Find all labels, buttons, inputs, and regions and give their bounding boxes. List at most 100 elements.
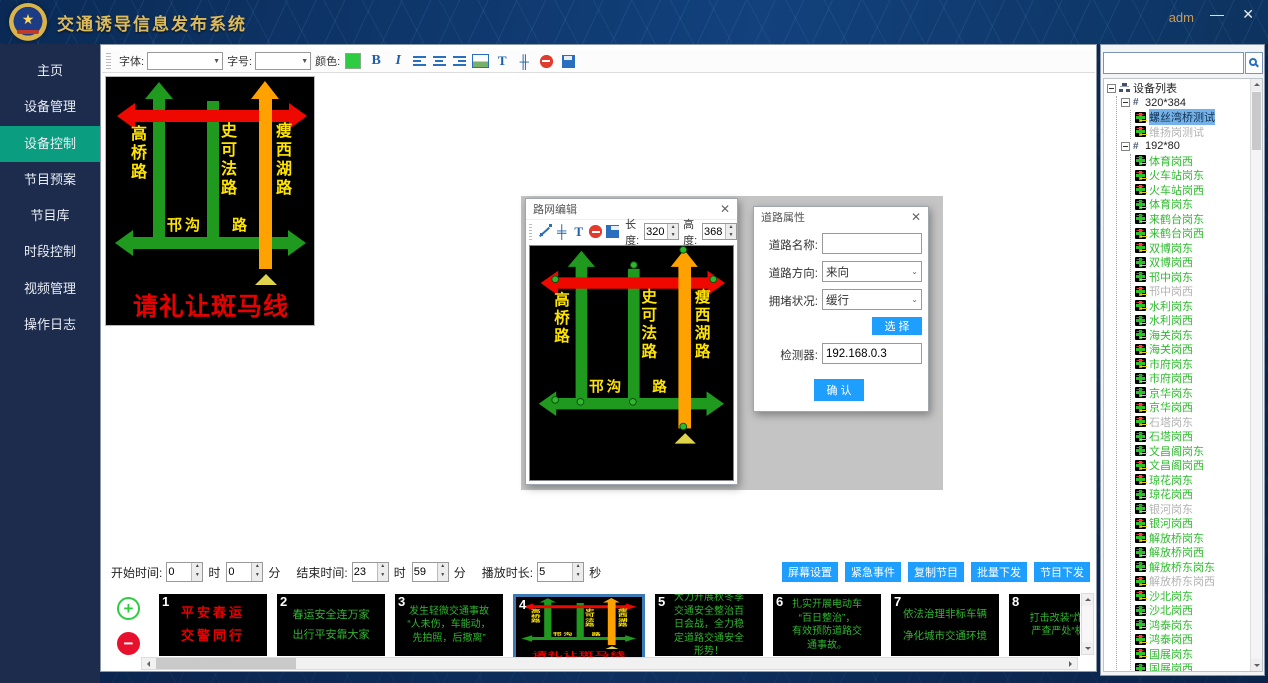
tree-device-item[interactable]: 来鹤台岗西	[1135, 226, 1249, 241]
tree-device-item[interactable]: 双博岗西	[1135, 255, 1249, 270]
playlist-item-5[interactable]: 5大力开展秋冬季交通安全整治百日会战，全力稳定道路交通安全形势！	[655, 594, 763, 656]
scroll-left-icon[interactable]	[142, 658, 155, 669]
playlist-item-4[interactable]: 4 高桥路 史可法路 瘦西湖路 邗沟 路 请礼让斑马线	[513, 594, 645, 660]
tree-device-item[interactable]: 水利岗西	[1135, 313, 1249, 328]
tree-device-item[interactable]: 解放桥岗西	[1135, 545, 1249, 560]
scrollbar-thumb[interactable]	[156, 658, 296, 669]
close-icon[interactable]: ✕	[720, 202, 730, 216]
tree-device-item[interactable]: 国展岗东	[1135, 647, 1249, 662]
tree-device-item[interactable]: 鸿泰岗东	[1135, 618, 1249, 633]
tree-device-item[interactable]: 京华岗东	[1135, 386, 1249, 401]
tree-device-item[interactable]: 维扬岗测试	[1135, 125, 1249, 140]
minimize-icon[interactable]: —	[1210, 6, 1224, 22]
action-button-3[interactable]: 复制节目	[908, 562, 964, 582]
font-select[interactable]: ▼	[147, 52, 223, 70]
device-search-input[interactable]	[1103, 52, 1244, 74]
tree-device-item[interactable]: 文昌阁岗东	[1135, 444, 1249, 459]
end-hour-stepper[interactable]: ▲▼	[352, 562, 389, 582]
scrollbar-thumb[interactable]	[1252, 92, 1261, 150]
tree-device-item[interactable]: 银河岗东	[1135, 502, 1249, 517]
tree-device-item[interactable]: 海关岗东	[1135, 328, 1249, 343]
sidebar-item-7[interactable]: 视频管理	[0, 271, 100, 307]
length-stepper[interactable]: ▲▼	[644, 223, 679, 240]
tree-device-item[interactable]: 文昌阁岗西	[1135, 458, 1249, 473]
toolbar-gripper[interactable]	[529, 224, 532, 240]
duration-input[interactable]	[538, 563, 572, 581]
scroll-right-icon[interactable]	[1064, 658, 1077, 669]
scroll-up-icon[interactable]	[1082, 594, 1093, 606]
vertical-scrollbar[interactable]	[1081, 593, 1094, 655]
tree-device-item[interactable]: 来鹤台岗东	[1135, 212, 1249, 227]
align-center-icon[interactable]	[430, 52, 448, 71]
tree-device-item[interactable]: 火车站岗西	[1135, 183, 1249, 198]
size-select[interactable]: ▼	[255, 52, 311, 70]
tree-device-item[interactable]: 沙北岗西	[1135, 603, 1249, 618]
tree-device-item[interactable]: 国展岗西	[1135, 661, 1249, 671]
end-hour-input[interactable]	[353, 563, 377, 581]
align-right-icon[interactable]	[450, 52, 468, 71]
save-icon[interactable]	[558, 52, 578, 71]
tree-device-item[interactable]: 火车站岗东	[1135, 168, 1249, 183]
tree-device-item[interactable]: 双博岗东	[1135, 241, 1249, 256]
tree-device-item[interactable]: 市府岗西	[1135, 371, 1249, 386]
tree-device-item[interactable]: 鸿泰岗西	[1135, 632, 1249, 647]
tree-device-item[interactable]: 解放桥东岗西	[1135, 574, 1249, 589]
height-input[interactable]	[703, 224, 725, 239]
forbid-icon[interactable]	[536, 52, 556, 71]
tree-scrollbar[interactable]	[1250, 79, 1262, 671]
action-button-5[interactable]: 节目下发	[1034, 562, 1090, 582]
scroll-down-icon[interactable]	[1251, 659, 1262, 671]
playlist-item-3[interactable]: 3发生轻微交通事故“人未伤，车能动，先拍照，后撤离”	[395, 594, 503, 656]
search-button[interactable]	[1245, 52, 1263, 74]
playlist-item-2[interactable]: 2春运安全连万家出行平安靠大家	[277, 594, 385, 656]
playlist-item-6[interactable]: 6扎实开展电动车“百日整治”，有效预防道路交通事故。	[773, 594, 881, 656]
end-minute-input[interactable]	[413, 563, 437, 581]
tree-device-item[interactable]: 邗中岗西	[1135, 284, 1249, 299]
tree-device-item[interactable]: 银河岗西	[1135, 516, 1249, 531]
playlist-item-7[interactable]: 7依法治理非标车辆净化城市交通环境	[891, 594, 999, 656]
tree-device-item[interactable]: 石塔岗西	[1135, 429, 1249, 444]
save-icon[interactable]	[605, 222, 620, 241]
start-minute-input[interactable]	[227, 563, 251, 581]
action-button-1[interactable]: 屏幕设置	[782, 562, 838, 582]
forbid-icon[interactable]	[588, 222, 603, 241]
bridge-icon[interactable]	[514, 52, 534, 71]
tree-device-item[interactable]: 沙北岗东	[1135, 589, 1249, 604]
tree-device-item[interactable]: 市府岗东	[1135, 357, 1249, 372]
playlist-item-8[interactable]: 8打击改装“炸街”严查严处“机…	[1009, 594, 1080, 656]
start-hour-input[interactable]	[167, 563, 191, 581]
toolbar-gripper[interactable]	[106, 53, 111, 69]
playlist-item-1[interactable]: 1平安春运交警同行	[159, 594, 267, 656]
tree-device-item[interactable]: 水利岗东	[1135, 299, 1249, 314]
action-button-2[interactable]: 紧急事件	[845, 562, 901, 582]
color-swatch[interactable]	[345, 53, 361, 69]
text-icon[interactable]	[492, 52, 512, 71]
sidebar-item-5[interactable]: 节目库	[0, 198, 100, 234]
start-minute-stepper[interactable]: ▲▼	[226, 562, 263, 582]
spin-up-icon[interactable]: ▲	[726, 224, 736, 232]
confirm-button[interactable]: 确 认	[814, 379, 864, 401]
congestion-select[interactable]: 缓行 ⌄	[822, 289, 922, 310]
end-minute-stepper[interactable]: ▲▼	[412, 562, 449, 582]
spin-down-icon[interactable]: ▼	[726, 232, 736, 240]
detector-input[interactable]	[826, 348, 918, 360]
expand-toggle-icon[interactable]	[1121, 142, 1130, 151]
height-stepper[interactable]: ▲▼	[702, 223, 737, 240]
tree-device-item[interactable]: 石塔岗东	[1135, 415, 1249, 430]
edit-handle[interactable]	[577, 398, 585, 406]
bold-icon[interactable]	[366, 52, 386, 71]
start-hour-stepper[interactable]: ▲▼	[166, 562, 203, 582]
sidebar-item-2[interactable]: 设备管理	[0, 89, 100, 125]
remove-program-button[interactable]: −	[117, 632, 140, 655]
tree-device-item[interactable]: 海关岗西	[1135, 342, 1249, 357]
text-icon[interactable]	[571, 222, 586, 241]
tree-device-item[interactable]: 琼花岗西	[1135, 487, 1249, 502]
editor-canvas[interactable]: 高桥路 史可法路 瘦西湖路 邗沟 路 请礼让斑马线	[529, 245, 734, 481]
road-direction-select[interactable]: 来向 ⌄	[822, 261, 922, 282]
length-input[interactable]	[645, 224, 667, 239]
scroll-down-icon[interactable]	[1082, 642, 1093, 654]
cross-icon[interactable]	[554, 222, 569, 241]
tree-device-item[interactable]: 解放桥东岗东	[1135, 560, 1249, 575]
road-name-input[interactable]	[826, 238, 918, 250]
pen-icon[interactable]	[537, 222, 552, 241]
